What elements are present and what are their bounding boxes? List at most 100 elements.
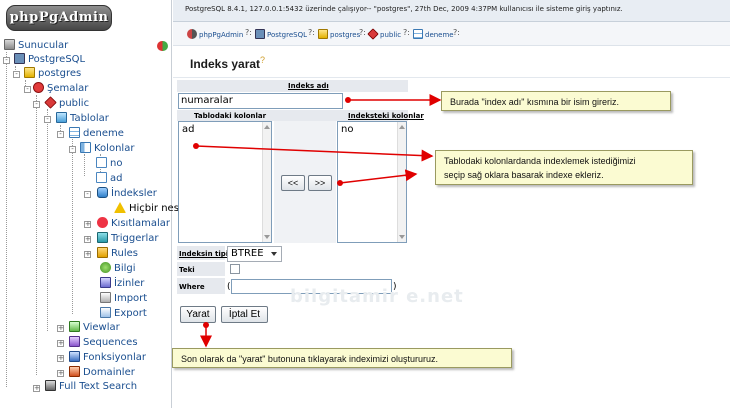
- breadcrumb-phppgadmin[interactable]: phpPgAdmin: [187, 29, 243, 41]
- list-item[interactable]: ad: [182, 124, 268, 135]
- where-open-paren: (: [227, 282, 231, 292]
- scrollbar[interactable]: [397, 122, 406, 242]
- column-icon: [96, 157, 107, 168]
- tree-label: Full Text Search: [59, 381, 138, 392]
- scrollbar[interactable]: [262, 122, 271, 242]
- expand-toggle[interactable]: +: [84, 236, 91, 243]
- collapse-toggle[interactable]: -: [69, 146, 76, 153]
- tree-item-public[interactable]: public: [44, 96, 90, 111]
- table-columns-list[interactable]: ad: [178, 121, 272, 243]
- page-title-text: Indeks yarat: [190, 57, 261, 71]
- tree-item-postgres-db[interactable]: postgres: [24, 67, 81, 81]
- columns-icon: [80, 142, 91, 153]
- collapse-toggle[interactable]: -: [84, 191, 91, 198]
- views-icon: [69, 321, 80, 332]
- index-columns-list[interactable]: no: [337, 121, 407, 243]
- tree-label: public: [59, 98, 90, 109]
- tree-item-semalar[interactable]: Şemalar: [33, 82, 88, 96]
- cancel-button[interactable]: İptal Et: [221, 306, 268, 323]
- breadcrumb-separator: ?:: [453, 28, 460, 37]
- tree-item-fonksiyonlar[interactable]: Fonksiyonlar: [69, 351, 146, 365]
- tree-item-tablolar[interactable]: Tablolar: [56, 112, 109, 126]
- collapse-toggle[interactable]: -: [33, 101, 40, 108]
- tree-label: no: [110, 158, 123, 169]
- index-type-select[interactable]: BTREE: [227, 246, 282, 262]
- index-type-label: Indeksin tipi: [179, 250, 229, 258]
- server-icon: [4, 39, 15, 50]
- breadcrumb-label: postgres: [330, 31, 361, 39]
- unique-checkbox[interactable]: [230, 264, 240, 274]
- tree-item-import[interactable]: Import: [100, 292, 147, 306]
- index-name-input[interactable]: numaralar: [178, 93, 343, 109]
- select-value: BTREE: [231, 248, 264, 259]
- move-right-button[interactable]: >>: [308, 175, 332, 191]
- tree-item-triggerlar[interactable]: Triggerlar: [97, 232, 159, 246]
- breadcrumb: phpPgAdmin ?: PostgreSQL ?: postgres ?: …: [173, 22, 730, 46]
- phppgadmin-logo[interactable]: phpPgAdmin: [6, 5, 112, 31]
- move-left-button[interactable]: <<: [281, 175, 305, 191]
- note-index-name: Burada "index adı" kısmına bir isim gire…: [441, 91, 671, 111]
- tree-label: İndeksler: [111, 188, 157, 199]
- breadcrumb-postgresql[interactable]: PostgreSQL: [255, 29, 307, 41]
- note-create-button: Son olarak da "yarat" butonuna tıklayara…: [172, 348, 512, 368]
- tree-item-rules[interactable]: Rules: [97, 247, 138, 261]
- collapse-toggle[interactable]: -: [3, 57, 10, 64]
- tree-label: Import: [114, 293, 148, 304]
- tree-item-col-no[interactable]: no: [96, 157, 122, 171]
- expand-toggle[interactable]: +: [57, 325, 64, 332]
- warning-icon: [114, 202, 126, 213]
- tree-item-kisitlamalar[interactable]: Kısıtlamalar: [97, 217, 170, 231]
- tree-label: Şemalar: [47, 83, 89, 94]
- create-button[interactable]: Yarat: [180, 306, 216, 323]
- list-item[interactable]: no: [341, 124, 403, 135]
- collapse-toggle[interactable]: -: [57, 131, 64, 138]
- expand-toggle[interactable]: +: [57, 370, 64, 377]
- page-heading: Indeks yarat?: [173, 46, 730, 78]
- breadcrumb-separator: ?:: [359, 28, 366, 37]
- tree-label: Sequences: [83, 337, 138, 348]
- collapse-toggle[interactable]: -: [24, 86, 31, 93]
- tree-item-sunucular[interactable]: Sunucular: [4, 39, 68, 53]
- sequences-icon: [69, 336, 80, 347]
- domains-icon: [69, 366, 80, 377]
- expand-toggle[interactable]: +: [57, 355, 64, 362]
- unique-label: Teki: [179, 266, 195, 274]
- expand-toggle[interactable]: +: [84, 221, 91, 228]
- tree-label: Kısıtlamalar: [111, 218, 171, 229]
- expand-toggle[interactable]: +: [33, 385, 40, 392]
- elephant-icon[interactable]: [157, 41, 168, 51]
- tree-item-domainler[interactable]: Domainler: [69, 366, 135, 380]
- breadcrumb-label: PostgreSQL: [267, 31, 307, 39]
- column-icon: [96, 172, 107, 183]
- tree-item-export[interactable]: Export: [100, 307, 147, 321]
- browser-tree-panel: phpPgAdmin Sunucular - PostgreSQL - post…: [0, 0, 179, 408]
- tree-label: ad: [110, 173, 123, 184]
- expand-toggle[interactable]: +: [57, 340, 64, 347]
- tree-item-full-text-search[interactable]: Full Text Search: [45, 380, 137, 394]
- tree-label: Rules: [111, 248, 138, 259]
- tree-label: Viewlar: [83, 322, 120, 333]
- tree-label: Export: [114, 308, 147, 319]
- info-icon: [100, 262, 111, 273]
- collapse-toggle[interactable]: -: [44, 116, 51, 123]
- expand-toggle[interactable]: +: [84, 251, 91, 258]
- breadcrumb-postgres[interactable]: postgres: [318, 29, 360, 41]
- help-icon[interactable]: ?: [260, 55, 265, 65]
- breadcrumb-public[interactable]: public: [367, 28, 401, 41]
- tree-item-col-ad[interactable]: ad: [96, 172, 122, 186]
- tree-item-deneme[interactable]: deneme: [69, 127, 124, 141]
- tree-item-postgresql[interactable]: PostgreSQL: [14, 53, 85, 67]
- tree-item-sequences[interactable]: Sequences: [69, 336, 138, 350]
- breadcrumb-deneme[interactable]: deneme: [413, 29, 454, 41]
- tree-item-izinler[interactable]: İzinler: [100, 277, 144, 291]
- database-icon: [24, 67, 35, 78]
- tree-item-viewlar[interactable]: Viewlar: [69, 321, 120, 335]
- tree-item-bilgi[interactable]: Bilgi: [100, 262, 136, 276]
- tree-item-indeksler[interactable]: İndeksler: [97, 187, 157, 201]
- tree-item-kolonlar[interactable]: Kolonlar: [80, 142, 134, 156]
- tree-label: Sunucular: [18, 40, 69, 51]
- collapse-toggle[interactable]: -: [13, 71, 20, 78]
- indexes-icon: [97, 187, 108, 198]
- tree-label: Bilgi: [114, 263, 136, 274]
- functions-icon: [69, 351, 80, 362]
